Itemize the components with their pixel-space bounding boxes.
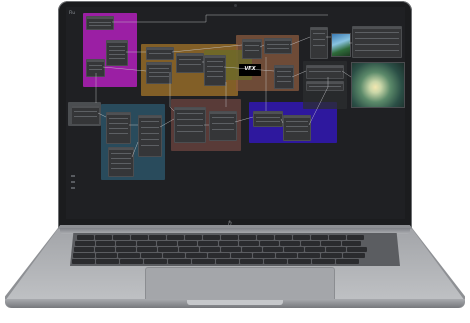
sidebar-markers <box>71 175 75 193</box>
keyboard-key[interactable] <box>298 253 320 258</box>
keyboard-key[interactable] <box>95 253 117 258</box>
keyboard-key[interactable] <box>230 253 252 258</box>
keyboard-key[interactable] <box>288 259 311 264</box>
keyboard-key[interactable] <box>312 259 335 264</box>
keyboard-key[interactable] <box>137 247 157 252</box>
keyboard-key[interactable] <box>300 241 320 246</box>
keyboard-key[interactable] <box>275 235 292 240</box>
keyboard-key[interactable] <box>216 259 239 264</box>
keyboard-key[interactable] <box>305 247 325 252</box>
keyboard-key[interactable] <box>280 241 300 246</box>
keyboard-key[interactable] <box>140 253 162 258</box>
keyboard-key[interactable] <box>284 247 304 252</box>
keyboard-key[interactable] <box>218 241 238 246</box>
keyboard-key[interactable] <box>240 259 263 264</box>
keyboard-key[interactable] <box>118 253 140 258</box>
keyboard-key[interactable] <box>96 259 119 264</box>
keyboard-key[interactable] <box>116 241 136 246</box>
keyboard-key[interactable] <box>113 235 130 240</box>
keyboard-key[interactable] <box>253 253 275 258</box>
keyboard-key[interactable] <box>131 235 148 240</box>
node-connections <box>95 14 352 158</box>
keyboard-key[interactable] <box>239 241 259 246</box>
keyboard-key[interactable] <box>163 253 185 258</box>
keyboard-key[interactable] <box>74 247 94 252</box>
keyboard-key[interactable] <box>72 259 95 264</box>
keyboard-key[interactable] <box>208 253 230 258</box>
keyboard-key[interactable] <box>192 259 215 264</box>
keyboard-key[interactable] <box>179 247 199 252</box>
keyboard-key[interactable] <box>321 241 341 246</box>
keyboard-key[interactable] <box>336 259 359 264</box>
keyboard-key[interactable] <box>341 241 361 246</box>
keyboard-key[interactable] <box>263 247 283 252</box>
keyboard-key[interactable] <box>116 247 136 252</box>
keyboard-key[interactable] <box>144 259 167 264</box>
keyboard-key[interactable] <box>242 247 262 252</box>
keyboard-key[interactable] <box>73 253 95 258</box>
keyboard-key[interactable] <box>136 241 156 246</box>
keyboard-key[interactable] <box>221 235 238 240</box>
keyboard-key[interactable] <box>168 259 191 264</box>
keyboard-key[interactable] <box>75 241 95 246</box>
keyboard-key[interactable] <box>120 259 143 264</box>
laptop-screen: Flu VFX <box>66 7 405 219</box>
keyboard-key[interactable] <box>95 247 115 252</box>
keyboard-key[interactable] <box>203 235 220 240</box>
touchpad[interactable] <box>145 267 335 302</box>
keyboard-key[interactable] <box>293 235 310 240</box>
keyboard-key[interactable] <box>347 247 367 252</box>
keyboard-key[interactable] <box>320 253 342 258</box>
keyboard-key[interactable] <box>264 259 287 264</box>
keyboard-key[interactable] <box>239 235 256 240</box>
keyboard-key[interactable] <box>221 247 241 252</box>
keyboard-key[interactable] <box>347 235 364 240</box>
keyboard-key[interactable] <box>198 241 218 246</box>
keyboard-key[interactable] <box>149 235 166 240</box>
keyboard-key[interactable] <box>329 235 346 240</box>
keyboard-key[interactable] <box>95 235 112 240</box>
keyboard-key[interactable] <box>95 241 115 246</box>
keyboard-key[interactable] <box>200 247 220 252</box>
keyboard-key[interactable] <box>343 253 365 258</box>
keyboard-key[interactable] <box>157 241 177 246</box>
keyboard-key[interactable] <box>257 235 274 240</box>
keyboard-key[interactable] <box>311 235 328 240</box>
keyboard-key[interactable] <box>185 253 207 258</box>
keyboard-key[interactable] <box>185 235 202 240</box>
keyboard-key[interactable] <box>167 235 184 240</box>
keyboard-key[interactable] <box>77 235 94 240</box>
keyboard-key[interactable] <box>259 241 279 246</box>
keyboard-key[interactable] <box>158 247 178 252</box>
keyboard-key[interactable] <box>326 247 346 252</box>
lid-opening-notch <box>187 300 283 305</box>
keyboard-key[interactable] <box>177 241 197 246</box>
keyboard-key[interactable] <box>275 253 297 258</box>
